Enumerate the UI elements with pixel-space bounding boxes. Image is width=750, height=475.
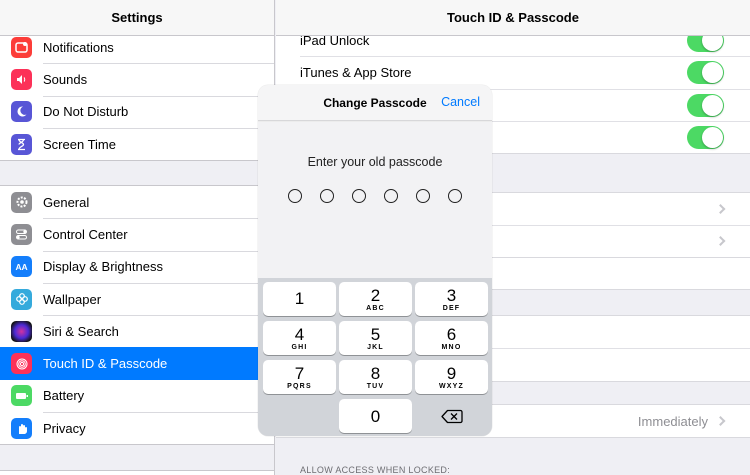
sidebar-item-general[interactable]: General xyxy=(0,186,274,218)
detail-title: Touch ID & Passcode xyxy=(276,0,750,36)
key-number: 9 xyxy=(446,363,457,383)
key-1[interactable]: 1 xyxy=(263,282,336,316)
passcode-dot xyxy=(320,189,334,203)
siri-icon xyxy=(11,320,32,342)
key-4[interactable]: 4 GHI xyxy=(263,321,336,355)
dialog-body: Enter your old passcode xyxy=(258,122,492,278)
cancel-button[interactable]: Cancel xyxy=(441,95,480,109)
key-number: 6 xyxy=(446,324,457,344)
sidebar-item-do-not-disturb[interactable]: Do Not Disturb xyxy=(0,95,274,128)
sidebar-item-touch-id-passcode[interactable]: Touch ID & Passcode xyxy=(0,347,274,380)
key-0[interactable]: 0 xyxy=(339,399,412,433)
key-number: 5 xyxy=(370,324,381,344)
chevron-right-icon xyxy=(715,416,726,427)
wallpaper-icon xyxy=(11,288,32,310)
sidebar-item-label: Screen Time xyxy=(43,136,116,152)
chevron-right-icon xyxy=(715,204,726,215)
toggle-3[interactable] xyxy=(687,93,724,117)
hand-icon xyxy=(11,417,32,439)
display-icon: AA xyxy=(11,256,32,278)
allow-access-section-header: ALLOW ACCESS WHEN LOCKED: xyxy=(300,465,451,475)
require-passcode-value: Immediately xyxy=(637,413,708,429)
passcode-dot xyxy=(448,189,462,203)
sidebar-item-label: Privacy xyxy=(43,420,86,436)
key-letters: MNO xyxy=(441,343,462,351)
passcode-prompt: Enter your old passcode xyxy=(307,155,443,169)
hourglass-icon xyxy=(11,133,32,155)
passcode-dot xyxy=(384,189,398,203)
key-7[interactable]: 7 PQRS xyxy=(263,360,336,394)
key-letters: WXYZ xyxy=(438,382,465,390)
itunes-app-store-row: iTunes & App Store xyxy=(276,56,750,88)
key-number: 3 xyxy=(446,285,457,305)
sidebar-item-label: Siri & Search xyxy=(43,323,119,339)
passcode-dot xyxy=(352,189,366,203)
key-letters: JKL xyxy=(367,343,384,351)
sidebar-item-label: Wallpaper xyxy=(43,291,102,307)
delete-key[interactable] xyxy=(415,399,488,433)
key-number: 1 xyxy=(294,289,305,308)
sidebar-item-display-brightness[interactable]: AA Display & Brightness xyxy=(0,250,274,283)
key-number: 4 xyxy=(294,324,305,344)
key-number: 0 xyxy=(370,406,381,426)
key-number: 8 xyxy=(370,363,381,383)
sidebar-title: Settings xyxy=(0,0,274,36)
sidebar-item-siri-search[interactable]: Siri & Search xyxy=(0,315,274,347)
key-5[interactable]: 5 JKL xyxy=(339,321,412,355)
numeric-keypad: 1 2 ABC 3 DEF 4 GHI 5 JKL 6 MNO 7 PQRS 8 TUV 9W… xyxy=(258,278,492,436)
key-letters: GHI xyxy=(291,343,308,351)
sidebar-item-label: General xyxy=(43,194,90,210)
key-letters: DEF xyxy=(442,304,461,312)
sidebar-item-privacy[interactable]: Privacy xyxy=(0,412,274,444)
battery-icon xyxy=(11,385,32,407)
sidebar-item-label: Do Not Disturb xyxy=(43,104,129,120)
gear-icon xyxy=(11,191,32,213)
sidebar-item-label: Sounds xyxy=(43,71,88,87)
sidebar-item-control-center[interactable]: Control Center xyxy=(0,218,274,250)
moon-icon xyxy=(11,101,32,123)
key-3[interactable]: 3 DEF xyxy=(415,282,488,316)
key-9[interactable]: 9 WXYZ xyxy=(415,360,488,394)
settings-sidebar: Settings Notifications Sounds Do Not Dis… xyxy=(0,0,275,475)
dialog-title-text: Change Passcode xyxy=(323,96,427,110)
sidebar-item-label: Touch ID & Passcode xyxy=(43,356,168,372)
key-letters: TUV xyxy=(366,382,385,390)
sidebar-item-battery[interactable]: Battery xyxy=(0,380,274,412)
sounds-icon xyxy=(11,68,32,90)
row-label: iTunes & App Store xyxy=(300,64,412,80)
chevron-right-icon xyxy=(715,236,726,247)
sidebar-group-3 xyxy=(0,470,274,475)
sidebar-item-label: Notifications xyxy=(43,39,114,55)
key-number: 7 xyxy=(294,363,305,383)
delete-backspace-icon xyxy=(440,409,463,423)
sidebar-group-2: General Control Center AA Display & Brig… xyxy=(0,185,274,446)
sidebar-item-screen-time[interactable]: Screen Time xyxy=(0,127,274,160)
dialog-header: Change Passcode Cancel xyxy=(258,85,492,121)
sidebar-item-label: Control Center xyxy=(43,226,128,242)
sidebar-group-1: Notifications Sounds Do Not Disturb Scre… xyxy=(0,30,274,162)
fingerprint-icon xyxy=(11,353,32,375)
toggle-4[interactable] xyxy=(687,125,724,149)
sidebar-item-wallpaper[interactable]: Wallpaper xyxy=(0,282,274,315)
switches-icon xyxy=(11,223,32,245)
passcode-dot xyxy=(288,189,302,203)
key-letters: ABC xyxy=(366,304,385,312)
sidebar-item-label: Display & Brightness xyxy=(43,259,163,275)
key-8[interactable]: 8 TUV xyxy=(339,360,412,394)
key-number: 2 xyxy=(370,285,381,305)
change-passcode-dialog: Change Passcode Cancel Enter your old pa… xyxy=(258,85,492,436)
itunes-app-store-toggle[interactable] xyxy=(687,61,724,85)
key-2[interactable]: 2 ABC xyxy=(339,282,412,316)
passcode-dot xyxy=(416,189,430,203)
sidebar-item-label: Battery xyxy=(43,388,85,404)
passcode-dots xyxy=(288,189,462,203)
key-6[interactable]: 6 MNO xyxy=(415,321,488,355)
notifications-icon xyxy=(11,36,32,58)
key-letters: PQRS xyxy=(287,382,312,390)
sidebar-item-sounds[interactable]: Sounds xyxy=(0,63,274,95)
